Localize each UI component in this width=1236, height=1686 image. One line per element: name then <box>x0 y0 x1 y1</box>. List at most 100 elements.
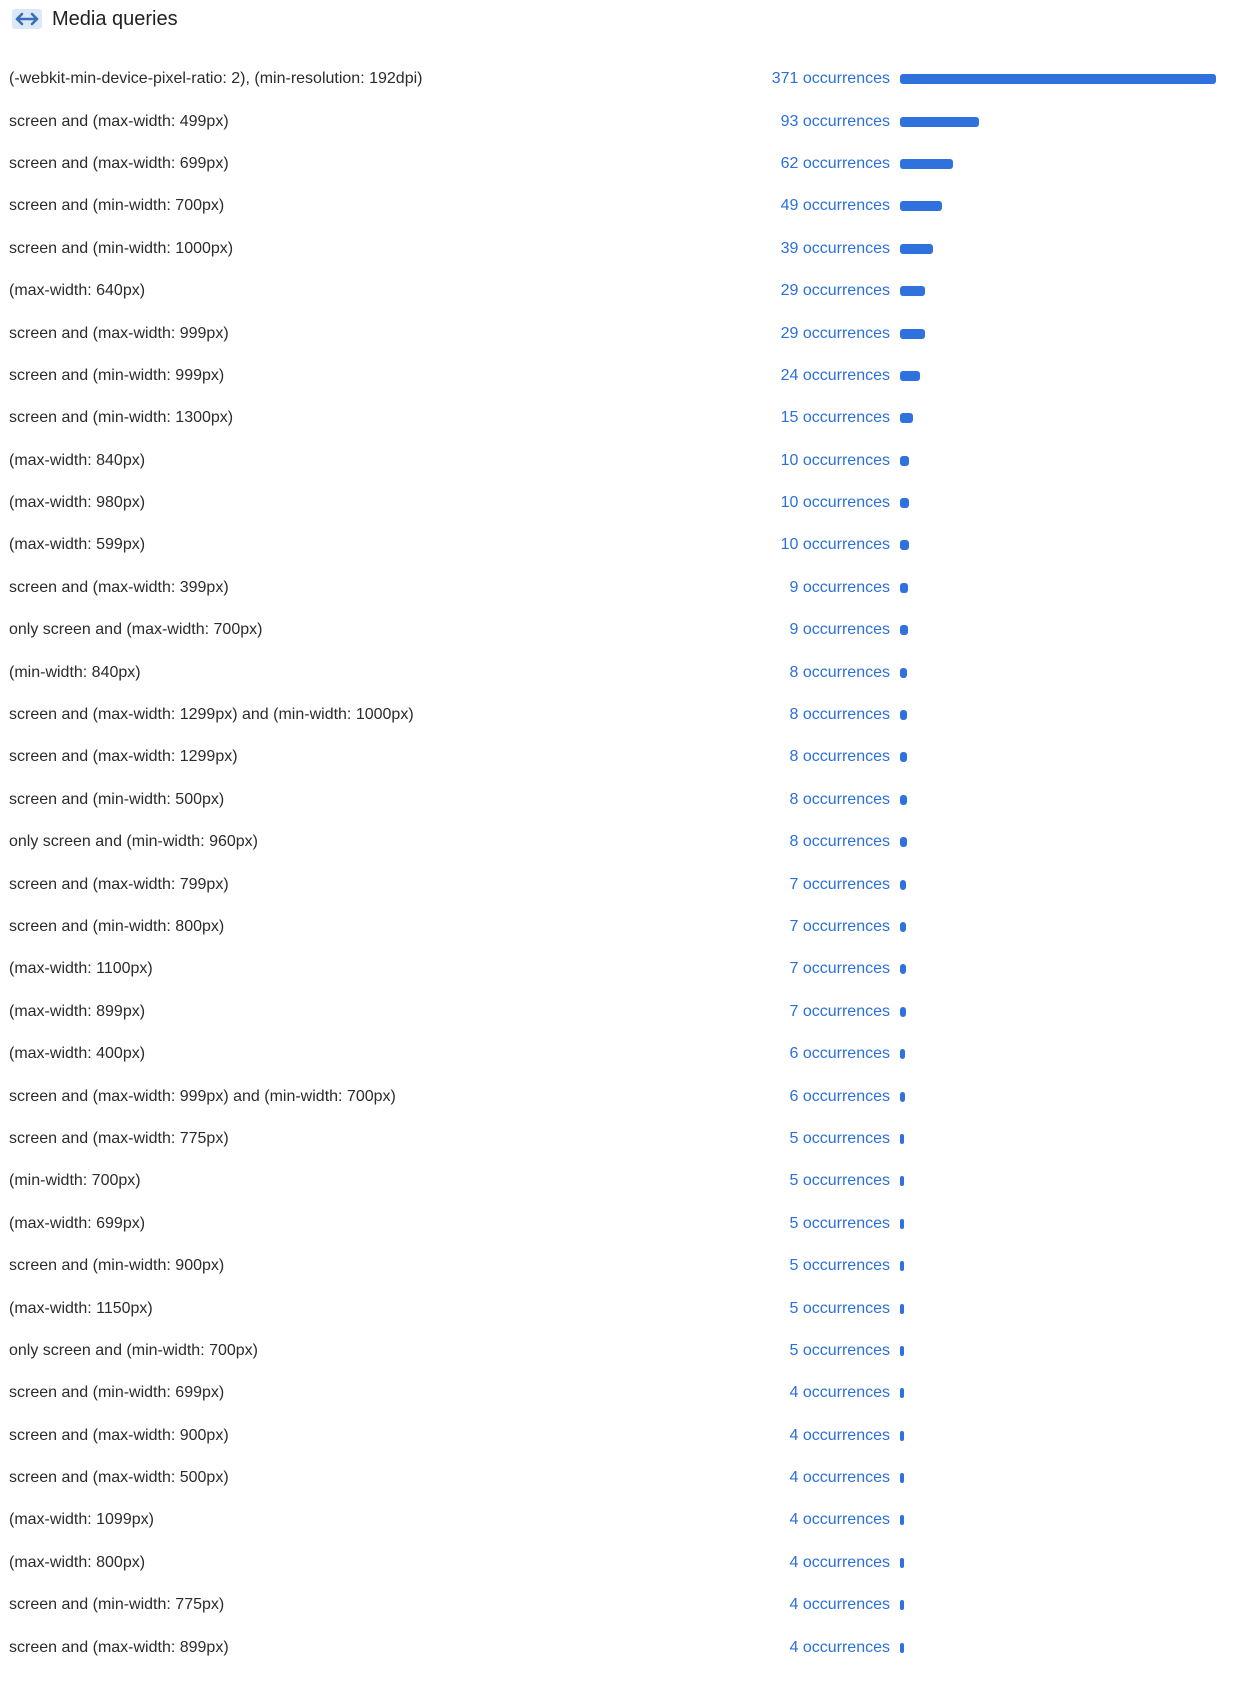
occurrences-link[interactable]: 4 occurrences <box>790 1469 891 1487</box>
occurrences-link[interactable]: 8 occurrences <box>790 664 891 682</box>
occurrence-bar <box>900 1600 904 1611</box>
occurrences-link[interactable]: 4 occurrences <box>790 1639 891 1657</box>
occurrence-bar <box>900 1642 904 1653</box>
media-query-text: screen and (min-width: 1300px) <box>9 409 234 427</box>
media-query-row: (max-width: 1150px) 5 occurrences <box>0 1287 1236 1329</box>
media-query-row: screen and (max-width: 900px) 4 occurrenc… <box>0 1415 1236 1457</box>
occurrences-link[interactable]: 29 occurrences <box>781 325 890 343</box>
media-query-row: (max-width: 1100px) 7 occurrences <box>0 948 1236 990</box>
media-query-row: screen and (max-width: 399px) 9 occurrenc… <box>0 567 1236 609</box>
media-query-row: screen and (max-width: 1299px) and (min-… <box>0 694 1236 736</box>
occurrences-link[interactable]: 10 occurrences <box>781 494 890 512</box>
occurrence-bar <box>900 582 908 593</box>
occurrence-bar <box>900 74 1216 85</box>
occurrence-bar-track <box>900 667 1216 678</box>
media-query-row: screen and (max-width: 699px) 62 occurren… <box>0 143 1236 185</box>
media-query-row: (max-width: 800px) 4 occurrences <box>0 1542 1236 1584</box>
media-query-text: (max-width: 899px) <box>9 1002 146 1020</box>
occurrences-link[interactable]: 5 occurrences <box>790 1130 891 1148</box>
occurrences-link[interactable]: 4 occurrences <box>790 1384 891 1402</box>
occurrence-bar-track <box>900 1515 1216 1526</box>
media-query-text: screen and (max-width: 499px) <box>9 112 229 130</box>
occurrence-bar <box>900 1091 905 1102</box>
occurrences-link[interactable]: 8 occurrences <box>790 791 891 809</box>
occurrence-bar-track <box>900 625 1216 636</box>
occurrence-bar-track <box>900 1218 1216 1229</box>
media-query-text: (max-width: 840px) <box>9 451 146 469</box>
occurrences-link[interactable]: 4 occurrences <box>790 1596 891 1614</box>
occurrences-link[interactable]: 5 occurrences <box>790 1342 891 1360</box>
occurrence-bar <box>900 328 925 339</box>
occurrence-bar <box>900 455 909 466</box>
media-query-text: only screen and (min-width: 700px) <box>9 1341 259 1359</box>
occurrences-link[interactable]: 5 occurrences <box>790 1172 891 1190</box>
media-query-row: screen and (max-width: 799px) 7 occurrenc… <box>0 863 1236 905</box>
occurrence-bar <box>900 922 906 932</box>
media-query-row: (max-width: 400px) 6 occurrences <box>0 1033 1236 1075</box>
occurrences-link[interactable]: 49 occurrences <box>781 197 890 215</box>
occurrence-bar <box>900 1557 904 1568</box>
occurrences-link[interactable]: 5 occurrences <box>790 1215 891 1233</box>
occurrence-bar-track <box>900 286 1216 297</box>
occurrence-bar-track <box>900 1473 1216 1484</box>
occurrence-bar <box>900 1218 904 1229</box>
occurrence-bar <box>900 1388 904 1399</box>
occurrences-link[interactable]: 9 occurrences <box>790 579 891 597</box>
occurrences-link[interactable]: 371 occurrences <box>772 70 890 88</box>
occurrence-bar-track <box>900 1091 1216 1102</box>
occurrence-bar-track <box>900 1176 1216 1187</box>
occurrences-link[interactable]: 9 occurrences <box>790 621 891 639</box>
occurrence-bar <box>900 794 907 805</box>
media-query-text: (max-width: 1100px) <box>9 960 153 978</box>
media-query-text: screen and (max-width: 999px) and (min-w… <box>9 1087 396 1105</box>
media-query-row: screen and (max-width: 500px) 4 occurrenc… <box>0 1457 1236 1499</box>
occurrences-link[interactable]: 8 occurrences <box>790 748 891 766</box>
occurrences-link[interactable]: 4 occurrences <box>790 1511 891 1529</box>
occurrence-bar <box>900 1006 906 1017</box>
occurrences-link[interactable]: 93 occurrences <box>781 113 890 131</box>
occurrences-link[interactable]: 8 occurrences <box>790 706 891 724</box>
occurrence-bar <box>900 413 913 424</box>
panel-title: Media queries <box>52 7 178 30</box>
media-query-row: screen and (max-width: 999px) and (min-w… <box>0 1075 1236 1117</box>
occurrence-bar-track <box>900 1006 1216 1017</box>
occurrences-link[interactable]: 39 occurrences <box>781 240 890 258</box>
occurrences-link[interactable]: 15 occurrences <box>781 409 890 427</box>
occurrence-bar-track <box>900 1557 1216 1568</box>
occurrences-link[interactable]: 7 occurrences <box>790 960 891 978</box>
media-query-row: only screen and (min-width: 960px) 8 occu… <box>0 821 1236 863</box>
media-query-text: screen and (min-width: 1000px) <box>9 239 234 257</box>
occurrences-link[interactable]: 6 occurrences <box>790 1088 891 1106</box>
occurrences-link[interactable]: 7 occurrences <box>790 876 891 894</box>
occurrence-bar <box>900 1176 904 1187</box>
occurrence-bar-track <box>900 582 1216 593</box>
media-query-text: (max-width: 640px) <box>9 282 146 300</box>
occurrences-link[interactable]: 5 occurrences <box>790 1300 891 1318</box>
occurrences-link[interactable]: 7 occurrences <box>790 1003 891 1021</box>
media-query-row: screen and (min-width: 900px) 5 occurrenc… <box>0 1245 1236 1287</box>
media-query-text: screen and (max-width: 1299px) and (min-… <box>9 706 414 724</box>
occurrence-bar-track <box>900 540 1216 551</box>
occurrences-link[interactable]: 7 occurrences <box>790 918 891 936</box>
occurrences-link[interactable]: 24 occurrences <box>781 367 890 385</box>
occurrences-link[interactable]: 4 occurrences <box>790 1554 891 1572</box>
occurrence-bar <box>900 1303 904 1314</box>
occurrences-link[interactable]: 10 occurrences <box>781 536 890 554</box>
media-query-text: (max-width: 1099px) <box>9 1511 154 1529</box>
media-query-row: (min-width: 840px) 8 occurrences <box>0 651 1236 693</box>
occurrences-link[interactable]: 5 occurrences <box>790 1257 891 1275</box>
occurrences-link[interactable]: 8 occurrences <box>790 833 891 851</box>
occurrences-link[interactable]: 62 occurrences <box>781 155 890 173</box>
occurrence-bar-track <box>900 1388 1216 1399</box>
occurrence-bar-track <box>900 413 1216 424</box>
occurrences-link[interactable]: 4 occurrences <box>790 1427 891 1445</box>
media-query-row: screen and (min-width: 1000px) 39 occurre… <box>0 228 1236 270</box>
media-query-row: (max-width: 1099px) 4 occurrences <box>0 1499 1236 1541</box>
media-query-row: (max-width: 840px) 10 occurrences <box>0 440 1236 482</box>
occurrences-link[interactable]: 10 occurrences <box>781 452 890 470</box>
occurrence-bar-track <box>900 328 1216 339</box>
occurrences-link[interactable]: 29 occurrences <box>781 282 890 300</box>
media-query-text: (max-width: 980px) <box>9 494 146 512</box>
occurrences-link[interactable]: 6 occurrences <box>790 1045 891 1063</box>
occurrence-bar-track <box>900 1303 1216 1314</box>
